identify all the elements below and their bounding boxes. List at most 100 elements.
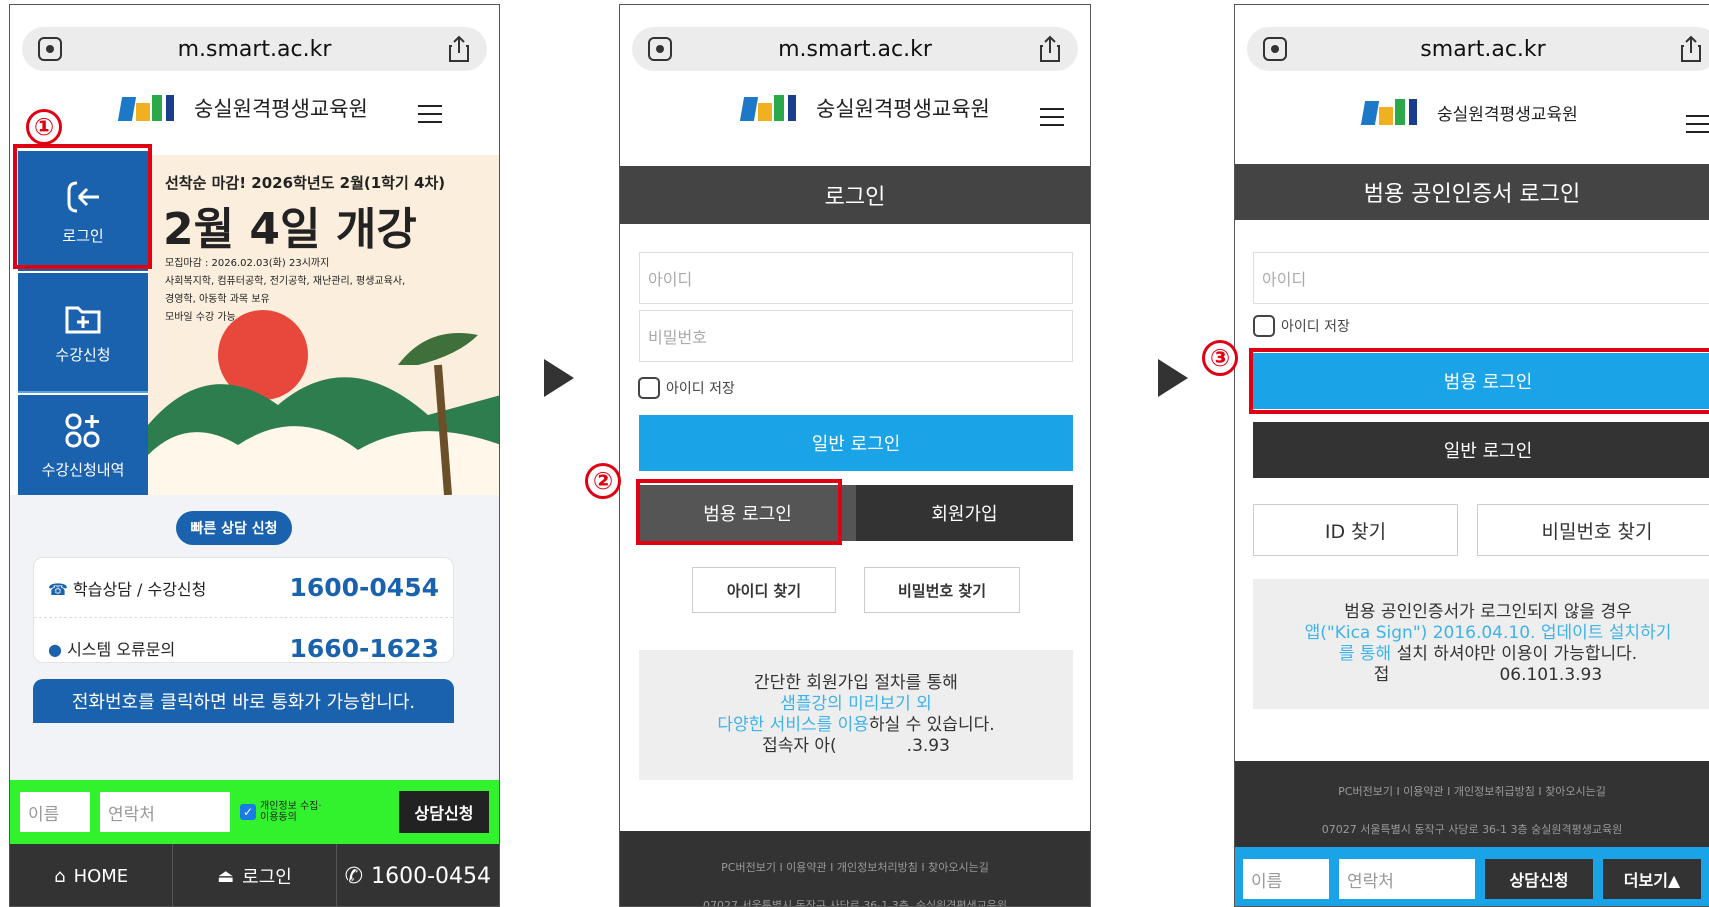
highlight-login: [13, 144, 152, 269]
signup-info-box: 간단한 회원가입 절차를 통해 샘플강의 미리보기 외 다양한 서비스를 이용하…: [639, 650, 1073, 780]
share-icon[interactable]: [1038, 35, 1062, 63]
nav-home-label: HOME: [73, 865, 129, 887]
nav-phone-label: 1600-0454: [371, 863, 491, 889]
share-icon[interactable]: [1679, 35, 1703, 63]
dot-icon: ●: [48, 640, 62, 659]
save-id-label: 아이디 저장: [1281, 319, 1350, 335]
bottom-nav: ⌂ HOME ⏏ 로그인 ✆ 1600-0454: [10, 844, 499, 906]
name-input[interactable]: 이름: [20, 792, 90, 832]
nav-login[interactable]: ⏏ 로그인: [173, 844, 337, 906]
error-number[interactable]: 1660-1623: [289, 634, 439, 663]
consult-row[interactable]: ☎ 학습상담 / 수강신청 1600-0454: [34, 558, 453, 618]
step-marker-1: ①: [26, 109, 62, 145]
site-logo[interactable]: 숭실원격평생교육원: [739, 93, 990, 123]
side-enroll-button[interactable]: 수강신청: [18, 273, 148, 393]
promo-banner[interactable]: 선착순 마감! 2026학년도 2월(1학기 4차) 2월 4일 개강 모집마감…: [148, 155, 499, 495]
normal-login-button[interactable]: 일반 로그인: [639, 415, 1073, 471]
cert-info-box: 범용 공인인증서가 로그인되지 않을 경우 앱("Kica Sign") 201…: [1253, 579, 1709, 709]
banner-illustration: [148, 310, 499, 495]
info-line-1: 간단한 회원가입 절차를 통해: [754, 673, 958, 693]
info-line-3: 다양한 서비스를 이용하실 수 있습니다.: [717, 715, 994, 736]
login-header: 로그인: [620, 166, 1090, 224]
logo-mark-icon: [1360, 97, 1427, 127]
address-bar[interactable]: m.smart.ac.kr: [22, 27, 487, 71]
nav-home[interactable]: ⌂ HOME: [10, 844, 174, 906]
checkbox-checked-icon[interactable]: ✓: [240, 804, 256, 820]
site-footer: PC버전보기 I 이용약관 I 개인정보처리방침 I 찾아오시는길 07027 …: [620, 831, 1090, 906]
cert-login-header: 범용 공인인증서 로그인: [1235, 164, 1709, 220]
save-id-label: 아이디 저장: [666, 381, 735, 397]
find-password-button[interactable]: 비밀번호 찾기: [864, 567, 1020, 613]
name-input[interactable]: 이름: [1243, 859, 1329, 899]
privacy-line1: 개인정보 수집·: [260, 801, 322, 812]
contact-card: ☎ 학습상담 / 수강신청 1600-0454 ● 시스템 오류문의 1660-…: [33, 557, 454, 663]
phone-call-icon: ✆: [344, 863, 364, 889]
side-history-button[interactable]: 수강신청내역: [18, 395, 148, 495]
info-ip-label: 접속자 아(: [762, 736, 837, 756]
logo-mark-icon: [117, 93, 184, 123]
step-marker-3: ③: [1202, 340, 1238, 376]
menu-icon[interactable]: [418, 105, 442, 123]
share-icon[interactable]: [447, 35, 471, 63]
checkbox-icon[interactable]: [638, 377, 660, 399]
side-history-label: 수강신청내역: [41, 460, 125, 479]
kica-sign-link[interactable]: 앱("Kica Sign") 2016.04.10. 업데이트 설치하기: [1305, 623, 1672, 644]
quick-consult-button[interactable]: 빠른 상담 신청: [176, 511, 292, 545]
apply-button[interactable]: 상담신청: [1485, 859, 1593, 899]
logo-mark-icon: [739, 93, 806, 123]
normal-login-button[interactable]: 일반 로그인: [1253, 422, 1709, 478]
find-id-button[interactable]: 아이디 찾기: [692, 567, 836, 613]
privacy-consent[interactable]: ✓ 개인정보 수집· 이용동의: [240, 801, 322, 823]
info-link-tail[interactable]: 를 통해: [1339, 644, 1391, 664]
camera-icon[interactable]: [38, 37, 62, 61]
save-id-checkbox[interactable]: 아이디 저장: [638, 377, 735, 399]
info-ip-value: .3.93: [906, 736, 950, 756]
site-logo[interactable]: 숭실원격평생교육원: [117, 93, 368, 123]
info-line-2[interactable]: 샘플강의 미리보기 외: [780, 694, 932, 715]
logo-text: 숭실원격평생교육원: [816, 97, 990, 121]
menu-icon[interactable]: [1686, 115, 1709, 133]
lock-icon: ⏏: [217, 865, 235, 887]
footer-links[interactable]: PC버전보기 I 이용약관 I 개인정보취급방침 I 찾아오시는길: [1235, 783, 1709, 799]
phone-screen-home: m.smart.ac.kr 숭실원격평생교육원 로그인 수강신청 수강신청내역 …: [9, 4, 500, 907]
info-ip-value: 06.101.3.93: [1499, 665, 1603, 685]
phone-screen-cert-login: smart.ac.kr 숭실원격평생교육원 범용 공인인증서 로그인 아이디 아…: [1234, 4, 1709, 907]
privacy-line2: 이용동의: [260, 812, 297, 823]
banner-headline: 선착순 마감! 2026학년도 2월(1학기 4차): [165, 174, 446, 192]
phone-input[interactable]: 연락처: [100, 792, 230, 832]
url-text: smart.ac.kr: [1420, 36, 1546, 62]
url-text: m.smart.ac.kr: [177, 36, 332, 62]
privacy-text: 개인정보 수집· 이용동의: [260, 801, 322, 823]
phone-input[interactable]: 연락처: [1339, 859, 1475, 899]
highlight-cert-login: [1249, 348, 1709, 414]
flow-arrow-2: [1158, 359, 1188, 397]
info-service-link[interactable]: 다양한 서비스를 이용: [717, 715, 869, 735]
apply-button[interactable]: 상담신청: [399, 791, 489, 833]
menu-icon[interactable]: [1040, 108, 1064, 126]
checkbox-icon[interactable]: [1253, 315, 1275, 337]
error-row[interactable]: ● 시스템 오류문의 1660-1623: [34, 618, 453, 678]
nav-login-label: 로그인: [242, 867, 292, 888]
consult-number[interactable]: 1600-0454: [289, 573, 439, 602]
camera-icon[interactable]: [648, 37, 672, 61]
info-line-4: 접 06.101.3.93: [1374, 665, 1602, 686]
save-id-checkbox[interactable]: 아이디 저장: [1253, 315, 1350, 337]
signup-button[interactable]: 회원가입: [856, 485, 1073, 541]
logo-text: 숭실원격평생교육원: [194, 97, 368, 121]
address-bar[interactable]: m.smart.ac.kr: [632, 27, 1078, 71]
find-password-button[interactable]: 비밀번호 찾기: [1477, 504, 1709, 556]
site-logo[interactable]: 숭실원격평생교육원: [1360, 97, 1578, 127]
nav-phone[interactable]: ✆ 1600-0454: [337, 844, 499, 906]
address-bar[interactable]: smart.ac.kr: [1247, 27, 1709, 71]
footer-links[interactable]: PC버전보기 I 이용약관 I 개인정보처리방침 I 찾아오시는길: [620, 859, 1090, 875]
banner-deadline: 모집마감 : 2026.02.03(화) 23시까지: [165, 258, 330, 269]
find-id-button[interactable]: ID 찾기: [1253, 504, 1458, 556]
error-label-wrap: ● 시스템 오류문의: [48, 636, 175, 660]
more-button[interactable]: 더보기▲: [1603, 859, 1701, 899]
password-input[interactable]: 비밀번호: [639, 310, 1073, 362]
highlight-cert-login: [636, 479, 842, 545]
camera-icon[interactable]: [1263, 37, 1287, 61]
phone-screen-login: m.smart.ac.kr 숭실원격평생교육원 로그인 아이디 비밀번호 아이디…: [619, 4, 1091, 907]
id-input[interactable]: 아이디: [1253, 252, 1709, 304]
id-input[interactable]: 아이디: [639, 252, 1073, 304]
